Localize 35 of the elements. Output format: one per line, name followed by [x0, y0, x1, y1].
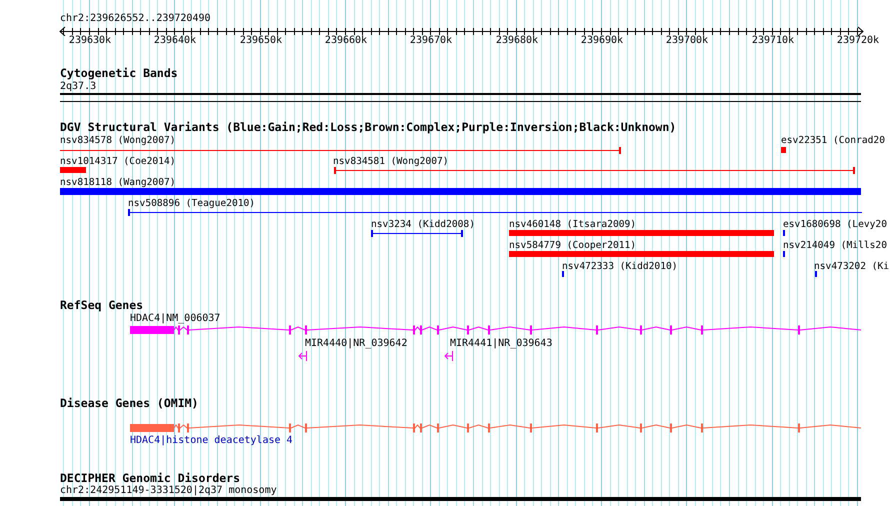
band-label: 2q37.3 [60, 81, 96, 92]
tick-label: 239650k [239, 35, 283, 46]
tick-label: 239640k [153, 35, 197, 46]
gene-label[interactable]: HDAC4|histone deacetylase 4 [130, 435, 293, 446]
variant-label: nsv834578 (Wong2007) [60, 135, 176, 146]
variant-label: nsv460148 (Itsara2009) [509, 219, 636, 230]
gene-label: HDAC4|NM_006037 [130, 313, 220, 324]
track-title: Cytogenetic Bands [60, 67, 178, 80]
tick-label: 239670k [409, 35, 453, 46]
variant-label: nsv834581 (Wong2007) [333, 156, 449, 167]
gene-label: MIR4440|NR_039642 [305, 338, 408, 349]
variant-label: nsv818118 (Wang2007) [60, 177, 176, 188]
tick-label: 239680k [495, 35, 539, 46]
tick-label: 239720k [836, 35, 880, 46]
track-title: RefSeq Genes [60, 299, 144, 312]
tick-label: 239690k [580, 35, 624, 46]
variant-label: nsv472333 (Kidd2010) [562, 261, 678, 272]
disorder-label: chr2:242951149-3331520|2q37 monosomy [60, 485, 277, 496]
tick-label: 239660k [324, 35, 368, 46]
variant-label: nsv473202 (Ki [814, 261, 890, 272]
tick-label: 239630k [68, 35, 112, 46]
variant-label: nsv214049 (Mills20 [783, 240, 887, 251]
region-label: chr2:239626552..239720490 [60, 13, 211, 24]
variant-label: esv1680698 (Levy20 [783, 219, 887, 230]
gene-label: MIR4441|NR_039643 [450, 338, 552, 349]
variant-label: nsv508896 (Teague2010) [128, 198, 256, 209]
track-title: DGV Structural Variants (Blue:Gain;Red:Loss;Brown:Complex;Purple:Inversion;Black:Unknown) [60, 121, 676, 134]
tick-label: 239710k [751, 35, 795, 46]
variant-label: nsv1014317 (Coe2014) [60, 156, 176, 167]
track-title: Disease Genes (OMIM) [60, 397, 198, 410]
variant-label: nsv584779 (Cooper2011) [509, 240, 636, 251]
track-title: DECIPHER Genomic Disorders [60, 472, 240, 485]
variant-label: nsv3234 (Kidd2008) [371, 219, 475, 230]
tick-label: 239700k [665, 35, 709, 46]
variant-label: esv22351 (Conrad20 [781, 135, 885, 146]
